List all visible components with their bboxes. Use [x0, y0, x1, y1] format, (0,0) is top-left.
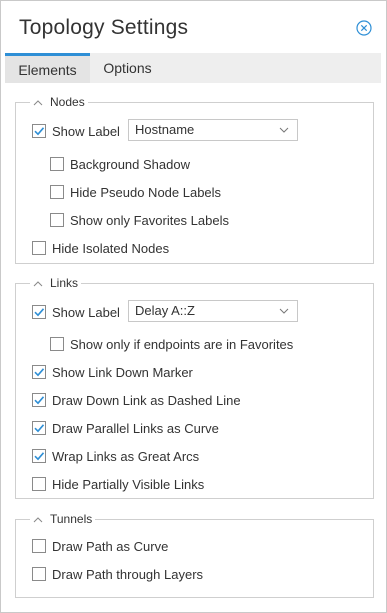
chevron-down-icon: [279, 308, 289, 314]
hide-pseudo-checkbox[interactable]: [50, 185, 64, 199]
down-dashed-text: Draw Down Link as Dashed Line: [52, 392, 241, 408]
tab-bar: Elements Options: [5, 53, 381, 83]
link-down-marker-row[interactable]: Show Link Down Marker: [32, 362, 193, 382]
nodes-show-label-text: Show Label: [52, 123, 120, 139]
parallel-curve-row[interactable]: Draw Parallel Links as Curve: [32, 418, 219, 438]
check-icon: [34, 424, 45, 433]
check-icon: [34, 308, 45, 317]
links-label-select[interactable]: Delay A::Z: [128, 300, 298, 322]
panel-title: Topology Settings: [19, 16, 189, 39]
path-layers-text: Draw Path through Layers: [52, 566, 204, 582]
links-legend[interactable]: Links: [30, 275, 82, 291]
nodes-show-label-row[interactable]: Show Label: [32, 121, 120, 141]
endpoints-favorites-text: Show only if endpoints are in Favorites: [70, 336, 294, 352]
endpoints-favorites-checkbox[interactable]: [50, 337, 64, 351]
nodes-group: Nodes Show Label Hostname Background Sha…: [15, 94, 374, 264]
down-dashed-row[interactable]: Draw Down Link as Dashed Line: [32, 390, 241, 410]
check-icon: [34, 452, 45, 461]
chevron-up-icon: [33, 280, 43, 286]
great-arcs-text: Wrap Links as Great Arcs: [52, 448, 200, 464]
hide-isolated-row[interactable]: Hide Isolated Nodes: [32, 238, 169, 258]
endpoints-favorites-row[interactable]: Show only if endpoints are in Favorites: [50, 334, 293, 354]
close-icon[interactable]: [356, 20, 372, 36]
path-layers-row[interactable]: Draw Path through Layers: [32, 564, 203, 584]
path-layers-checkbox[interactable]: [32, 567, 46, 581]
great-arcs-checkbox[interactable]: [32, 449, 46, 463]
links-show-label-text: Show Label: [52, 304, 120, 320]
hide-partial-text: Hide Partially Visible Links: [52, 476, 205, 492]
links-group: Links Show Label Delay A::Z Show only if…: [15, 275, 374, 499]
hide-pseudo-row[interactable]: Hide Pseudo Node Labels: [50, 182, 221, 202]
nodes-show-label-checkbox[interactable]: [32, 124, 46, 138]
topology-settings-panel: Topology Settings Elements Options Nodes…: [0, 0, 387, 613]
links-show-label-row[interactable]: Show Label: [32, 302, 120, 322]
chevron-up-icon: [33, 99, 43, 105]
show-favorites-text: Show only Favorites Labels: [70, 212, 229, 228]
nodes-label-select-value: Hostname: [135, 122, 195, 137]
links-show-label-checkbox[interactable]: [32, 305, 46, 319]
hide-isolated-text: Hide Isolated Nodes: [52, 240, 170, 256]
path-curve-checkbox[interactable]: [32, 539, 46, 553]
tunnels-legend-label: Tunnels: [50, 512, 93, 526]
nodes-legend-label: Nodes: [50, 95, 85, 109]
links-legend-label: Links: [50, 276, 79, 290]
hide-partial-row[interactable]: Hide Partially Visible Links: [32, 474, 204, 494]
tunnels-group: Tunnels Draw Path as Curve Draw Path thr…: [15, 511, 374, 598]
chevron-down-icon: [279, 127, 289, 133]
background-shadow-checkbox[interactable]: [50, 157, 64, 171]
check-icon: [34, 396, 45, 405]
links-label-select-value: Delay A::Z: [135, 303, 195, 318]
down-dashed-checkbox[interactable]: [32, 393, 46, 407]
link-down-marker-checkbox[interactable]: [32, 365, 46, 379]
show-favorites-checkbox[interactable]: [50, 213, 64, 227]
background-shadow-text: Background Shadow: [70, 156, 190, 172]
tab-elements[interactable]: Elements: [5, 53, 90, 83]
check-icon: [34, 127, 45, 136]
parallel-curve-checkbox[interactable]: [32, 421, 46, 435]
parallel-curve-text: Draw Parallel Links as Curve: [52, 420, 219, 436]
hide-pseudo-text: Hide Pseudo Node Labels: [70, 184, 222, 200]
tab-options[interactable]: Options: [90, 53, 165, 83]
path-curve-text: Draw Path as Curve: [52, 538, 169, 554]
nodes-legend[interactable]: Nodes: [30, 94, 88, 110]
nodes-label-select[interactable]: Hostname: [128, 119, 298, 141]
hide-isolated-checkbox[interactable]: [32, 241, 46, 255]
great-arcs-row[interactable]: Wrap Links as Great Arcs: [32, 446, 199, 466]
background-shadow-row[interactable]: Background Shadow: [50, 154, 190, 174]
chevron-up-icon: [33, 516, 43, 522]
tunnels-legend[interactable]: Tunnels: [30, 511, 96, 527]
path-curve-row[interactable]: Draw Path as Curve: [32, 536, 168, 556]
show-favorites-row[interactable]: Show only Favorites Labels: [50, 210, 229, 230]
hide-partial-checkbox[interactable]: [32, 477, 46, 491]
check-icon: [34, 368, 45, 377]
link-down-marker-text: Show Link Down Marker: [52, 364, 193, 380]
